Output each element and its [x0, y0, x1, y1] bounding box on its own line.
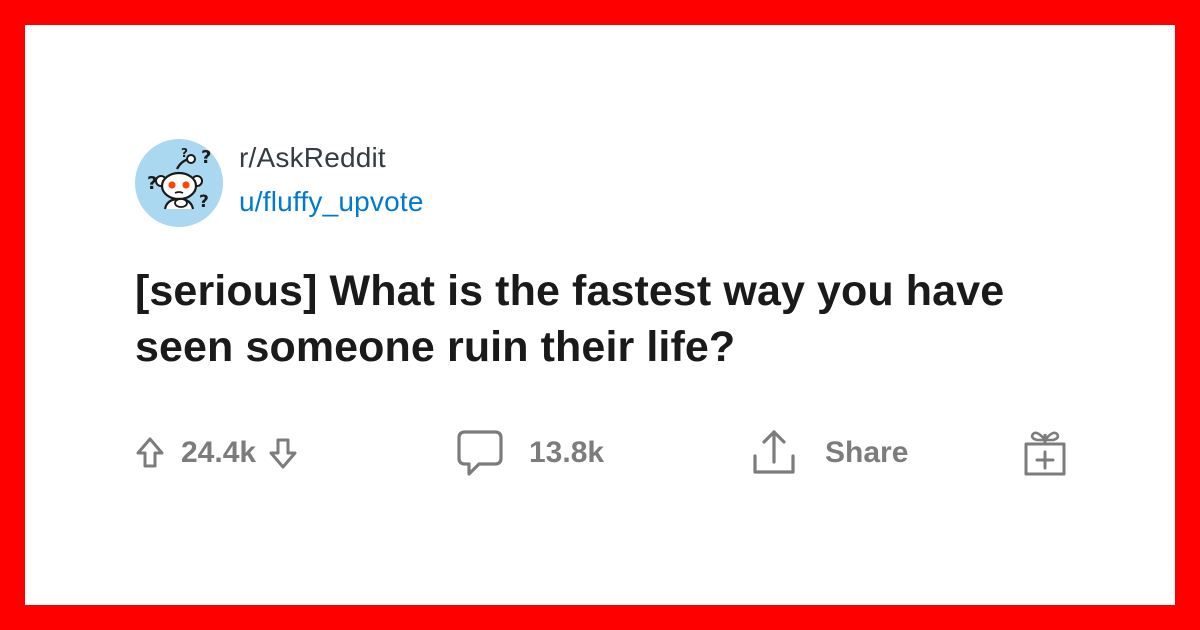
- arrow-up-outline-icon: [136, 437, 164, 468]
- share-label: Share: [825, 436, 909, 469]
- subreddit-name[interactable]: r/AskReddit: [239, 141, 424, 175]
- gift-box-icon: [1024, 431, 1066, 476]
- share-button[interactable]: Share: [747, 423, 908, 483]
- vote-group: 24.4k: [135, 423, 298, 483]
- post-title[interactable]: [serious] What is the fastest way you ha…: [135, 263, 1085, 375]
- speech-bubble-icon: [457, 430, 503, 476]
- comment-count: 13.8k: [529, 436, 605, 469]
- author-username[interactable]: u/fluffy_upvote: [239, 185, 424, 219]
- upvote-button[interactable]: [135, 436, 165, 470]
- red-frame: ? ? ? ? r/AskReddit u/fluffy_upvote [ser…: [0, 0, 1200, 630]
- award-button[interactable]: [1019, 423, 1071, 483]
- post-action-bar: 24.4k 13.8k Share: [135, 423, 1095, 483]
- vote-count: 24.4k: [181, 436, 257, 469]
- downvote-button[interactable]: [268, 436, 298, 470]
- post-card: ? ? ? ? r/AskReddit u/fluffy_upvote [ser…: [25, 25, 1175, 605]
- comments-button[interactable]: 13.8k: [455, 423, 604, 483]
- subreddit-avatar[interactable]: ? ? ? ?: [135, 139, 223, 227]
- upload-arrow-icon: [753, 430, 795, 474]
- svg-text:?: ?: [201, 147, 211, 168]
- askreddit-snoo-icon: ? ? ? ?: [135, 139, 223, 227]
- post-meta: r/AskReddit u/fluffy_upvote: [239, 141, 424, 219]
- arrow-down-outline-icon: [269, 438, 297, 469]
- svg-text:?: ?: [199, 192, 209, 212]
